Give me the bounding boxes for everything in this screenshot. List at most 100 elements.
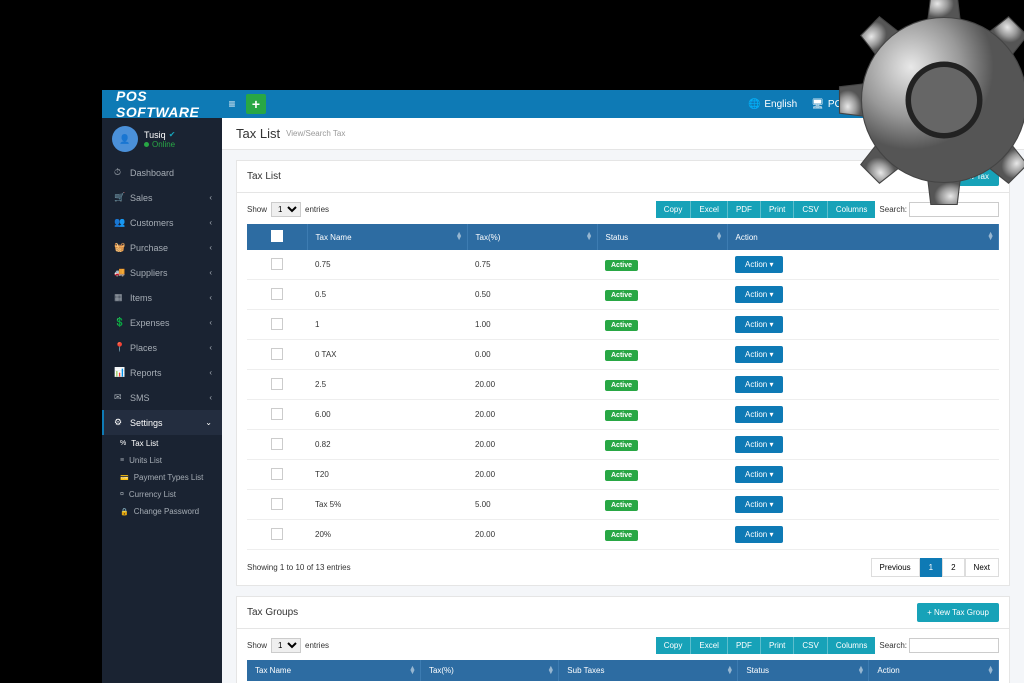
- row-action-button[interactable]: Action ▾: [735, 466, 783, 483]
- sidebar-item-sms[interactable]: ✉SMS‹: [102, 385, 222, 410]
- column-header[interactable]: Sub Taxes▲▼: [559, 660, 738, 681]
- column-header[interactable]: Action▲▼: [727, 224, 999, 250]
- row-checkbox[interactable]: [271, 438, 283, 450]
- print-export-button[interactable]: Print: [761, 637, 794, 654]
- row-checkbox[interactable]: [271, 408, 283, 420]
- percent-icon: %: [120, 440, 126, 447]
- new-tax-button[interactable]: + New Tax: [942, 167, 999, 186]
- verified-icon: ✔: [169, 130, 176, 139]
- entries-label: entries: [305, 205, 329, 214]
- row-checkbox[interactable]: [271, 348, 283, 360]
- row-checkbox[interactable]: [271, 288, 283, 300]
- next-button[interactable]: Next: [965, 558, 999, 577]
- language-selector[interactable]: 🌐 English: [748, 99, 797, 110]
- copy-export-button[interactable]: Copy: [656, 637, 692, 654]
- username-label: Tusiq: [962, 99, 986, 110]
- excel-export-button[interactable]: Excel: [691, 637, 728, 654]
- column-header[interactable]: Status▲▼: [738, 660, 869, 681]
- excel-export-button[interactable]: Excel: [691, 201, 728, 218]
- row-action-button[interactable]: Action ▾: [735, 496, 783, 513]
- sidebar-item-sales[interactable]: 🛒Sales‹: [102, 185, 222, 210]
- sidebar: 👤 Tusiq ✔ Online ⏱Dashboard🛒Sales‹👥Custo…: [102, 118, 222, 683]
- entries-select[interactable]: 10: [271, 202, 301, 217]
- column-header[interactable]: Tax(%)▲▼: [467, 224, 597, 250]
- sidebar-item-places[interactable]: 📍Places‹: [102, 335, 222, 360]
- power-icon[interactable]: ⏻: [1001, 97, 1011, 112]
- tax-pct-cell: 0.50: [467, 280, 597, 310]
- sort-icon: ▲▼: [987, 233, 994, 241]
- sidebar-item-purchase[interactable]: 🧺Purchase‹: [102, 235, 222, 260]
- map-icon: 📍: [114, 342, 124, 353]
- nav-label: Purchase: [130, 243, 168, 253]
- copy-export-button[interactable]: Copy: [656, 201, 692, 218]
- sidebar-sub-currency-list[interactable]: ¤Currency List: [102, 486, 222, 503]
- sidebar-item-expenses[interactable]: 💲Expenses‹: [102, 310, 222, 335]
- row-action-button[interactable]: Action ▾: [735, 286, 783, 303]
- print-export-button[interactable]: Print: [761, 201, 794, 218]
- select-all-checkbox[interactable]: [271, 230, 283, 242]
- row-checkbox[interactable]: [271, 378, 283, 390]
- chevron-left-icon: ‹: [209, 318, 212, 327]
- sort-icon: ▲▼: [409, 666, 416, 674]
- row-action-button[interactable]: Action ▾: [735, 346, 783, 363]
- search-input[interactable]: [909, 638, 999, 653]
- column-header[interactable]: Tax(%)▲▼: [420, 660, 558, 681]
- column-header[interactable]: Status▲▼: [597, 224, 727, 250]
- row-action-button[interactable]: Action ▾: [735, 436, 783, 453]
- column-header[interactable]: [247, 224, 307, 250]
- column-header[interactable]: Action▲▼: [869, 660, 999, 681]
- menu-toggle-icon[interactable]: ≡: [222, 94, 242, 114]
- pdf-export-button[interactable]: PDF: [728, 637, 761, 654]
- row-checkbox[interactable]: [271, 528, 283, 540]
- table-row: 0 TAX 0.00 Active Action ▾: [247, 340, 999, 370]
- row-action-button[interactable]: Action ▾: [735, 316, 783, 333]
- status-badge: Active: [605, 350, 638, 361]
- card-title: Tax Groups: [247, 607, 298, 618]
- breadcrumb-home[interactable]: Home: [951, 129, 972, 138]
- pos-link[interactable]: 🖥 POS: [811, 99, 849, 110]
- sidebar-item-suppliers[interactable]: 🚚Suppliers‹: [102, 260, 222, 285]
- prev-button[interactable]: Previous: [871, 558, 920, 577]
- row-checkbox[interactable]: [271, 318, 283, 330]
- sidebar-sub-payment-types-list[interactable]: 💳Payment Types List: [102, 469, 222, 486]
- language-label: English: [764, 99, 797, 110]
- currency-icon: ¤: [120, 491, 124, 498]
- money-icon: 💲: [114, 317, 124, 328]
- sidebar-item-settings[interactable]: ⚙Settings⌄: [102, 410, 222, 435]
- row-action-button[interactable]: Action ▾: [735, 376, 783, 393]
- nav-sub-label: Units List: [129, 456, 162, 465]
- csv-export-button[interactable]: CSV: [794, 201, 827, 218]
- nav-label: Items: [130, 293, 152, 303]
- pdf-export-button[interactable]: PDF: [728, 201, 761, 218]
- row-checkbox[interactable]: [271, 498, 283, 510]
- sidebar-sub-tax-list[interactable]: %Tax List: [102, 435, 222, 452]
- chevron-down-icon: ⌄: [205, 418, 212, 427]
- entries-select[interactable]: 10: [271, 638, 301, 653]
- row-checkbox[interactable]: [271, 468, 283, 480]
- sidebar-item-customers[interactable]: 👥Customers‹: [102, 210, 222, 235]
- sidebar-item-reports[interactable]: 📊Reports‹: [102, 360, 222, 385]
- search-input[interactable]: [909, 202, 999, 217]
- column-header[interactable]: Tax Name▲▼: [247, 660, 420, 681]
- dashboard-link[interactable]: 📊 Dashboard: [863, 99, 928, 110]
- nav-label: Places: [130, 343, 157, 353]
- sidebar-item-dashboard[interactable]: ⏱Dashboard: [102, 160, 222, 185]
- row-action-button[interactable]: Action ▾: [735, 256, 783, 273]
- cart-icon: 🛒: [114, 192, 124, 203]
- sidebar-sub-units-list[interactable]: ≡Units List: [102, 452, 222, 469]
- add-button[interactable]: +: [246, 94, 266, 114]
- columns-export-button[interactable]: Columns: [828, 637, 876, 654]
- sidebar-sub-change-password[interactable]: 🔒Change Password: [102, 503, 222, 520]
- page-2-button[interactable]: 2: [942, 558, 964, 577]
- row-action-button[interactable]: Action ▾: [735, 526, 783, 543]
- sidebar-item-items[interactable]: ▦Items‹: [102, 285, 222, 310]
- columns-export-button[interactable]: Columns: [828, 201, 876, 218]
- column-header[interactable]: Tax Name▲▼: [307, 224, 467, 250]
- new-tax-group-button[interactable]: + New Tax Group: [917, 603, 999, 622]
- status-badge: Active: [605, 380, 638, 391]
- page-1-button[interactable]: 1: [920, 558, 942, 577]
- row-checkbox[interactable]: [271, 258, 283, 270]
- row-action-button[interactable]: Action ▾: [735, 406, 783, 423]
- user-menu[interactable]: Tusiq: [942, 96, 986, 112]
- csv-export-button[interactable]: CSV: [794, 637, 827, 654]
